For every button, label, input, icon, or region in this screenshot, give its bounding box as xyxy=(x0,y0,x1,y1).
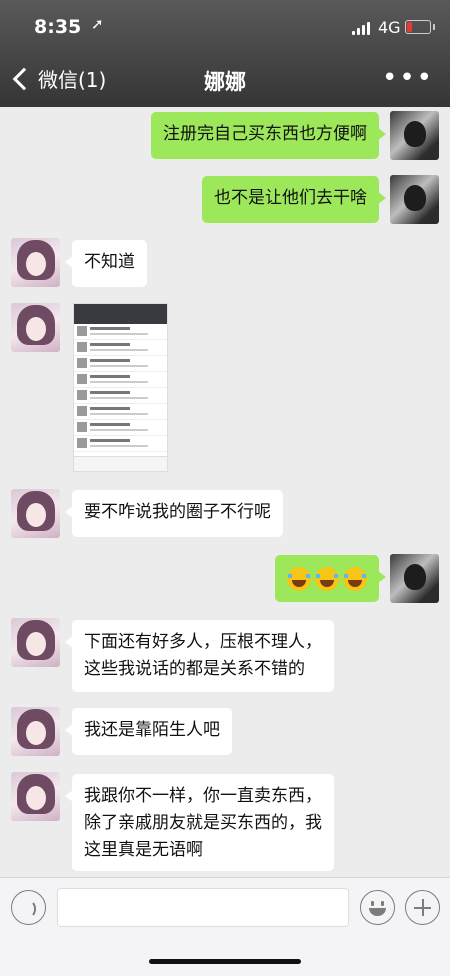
battery-icon xyxy=(405,20,435,34)
tears-of-joy-icon xyxy=(343,567,367,591)
chat-area[interactable]: 注册完自己买东西也方便啊 也不是让他们去干啥 不知道 要不咋说我的圈子不行呢 下… xyxy=(0,107,450,877)
nav-bar: 微信(1) 娜娜 ••• xyxy=(0,54,450,107)
top-bar: 8:35 ➚ 4G 微信(1) 娜娜 ••• xyxy=(0,0,450,107)
status-time: 8:35 xyxy=(34,16,82,38)
message-bubble[interactable]: 要不咋说我的圈子不行呢 xyxy=(65,490,283,537)
message-line: 除了亲戚朋友就是买东西的，我 xyxy=(84,813,322,833)
tears-of-joy-icon xyxy=(315,567,339,591)
message-input[interactable] xyxy=(57,888,349,927)
home-indicator[interactable] xyxy=(149,959,301,964)
tears-of-joy-icon xyxy=(287,567,311,591)
contact-avatar[interactable] xyxy=(11,303,60,352)
emoji-icon[interactable] xyxy=(360,890,395,925)
message-line: 这里真是无语啊 xyxy=(84,840,203,860)
plus-icon[interactable] xyxy=(405,890,440,925)
emoji-message[interactable] xyxy=(275,555,386,602)
contact-avatar[interactable] xyxy=(11,772,60,821)
message-bubble[interactable]: 我跟你不一样，你一直卖东西， 除了亲戚朋友就是买东西的，我 这里真是无语啊 xyxy=(65,774,334,871)
voice-input-icon[interactable] xyxy=(11,890,46,925)
my-avatar[interactable] xyxy=(390,175,439,224)
contact-avatar[interactable] xyxy=(11,489,60,538)
network-type: 4G xyxy=(378,18,401,37)
contact-avatar[interactable] xyxy=(11,238,60,287)
my-avatar[interactable] xyxy=(390,554,439,603)
image-message[interactable] xyxy=(73,303,168,472)
message-bubble[interactable]: 也不是让他们去干啥 xyxy=(202,176,386,223)
contact-avatar[interactable] xyxy=(11,618,60,667)
contact-avatar[interactable] xyxy=(11,707,60,756)
message-line: 下面还有好多人，压根不理人， xyxy=(84,632,322,652)
message-bubble[interactable]: 注册完自己买东西也方便啊 xyxy=(151,112,386,159)
message-bubble[interactable]: 下面还有好多人，压根不理人， 这些我说话的都是关系不错的 xyxy=(65,620,334,692)
message-line: 我跟你不一样，你一直卖东西， xyxy=(84,786,322,806)
my-avatar[interactable] xyxy=(390,111,439,160)
message-line: 这些我说话的都是关系不错的 xyxy=(84,659,305,679)
more-button[interactable]: ••• xyxy=(382,65,434,91)
signal-icon xyxy=(352,21,372,35)
status-bar: 8:35 ➚ 4G xyxy=(0,0,450,54)
message-bubble[interactable]: 不知道 xyxy=(65,240,147,287)
message-bubble[interactable]: 我还是靠陌生人吧 xyxy=(65,708,232,755)
location-arrow-icon: ➚ xyxy=(91,15,104,33)
